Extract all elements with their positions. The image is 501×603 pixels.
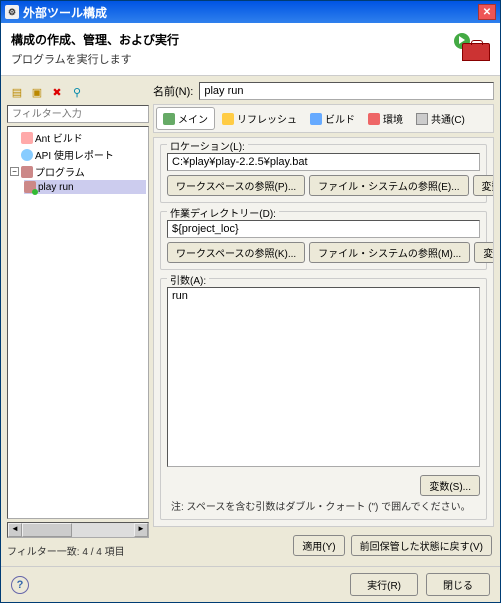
app-icon: ⚙ (5, 5, 19, 19)
window-title: 外部ツール構成 (23, 4, 107, 21)
tree-item-program[interactable]: − プログラム (10, 163, 146, 180)
arguments-group: 引数(A): run 変数(S)... 注: スペースを含む引数はダブル・クォー… (160, 278, 487, 520)
tree-horizontal-scrollbar[interactable]: ◄ ► (7, 522, 149, 538)
arguments-label: 引数(A): (167, 272, 209, 287)
header: 構成の作成、管理、および実行 プログラムを実行します (1, 23, 500, 76)
ant-icon (21, 132, 33, 144)
location-browse-filesystem-button[interactable]: ファイル・システムの参照(E)... (309, 175, 468, 196)
titlebar: ⚙ 外部ツール構成 ✕ (1, 1, 500, 23)
tree-item-play-run[interactable]: play run (24, 180, 146, 194)
tab-environment[interactable]: 環境 (362, 107, 409, 130)
header-title: 構成の作成、管理、および実行 (11, 31, 448, 48)
environment-tab-icon (368, 113, 380, 125)
new-config-icon[interactable]: ▤ (9, 84, 25, 100)
tab-bar: メイン リフレッシュ ビルド 環境 (153, 104, 494, 133)
config-tree[interactable]: Ant ビルド API 使用レポート − プログラム (7, 126, 149, 519)
header-subtitle: プログラムを実行します (11, 51, 448, 67)
location-browse-workspace-button[interactable]: ワークスペースの参照(P)... (167, 175, 305, 196)
tab-refresh[interactable]: リフレッシュ (216, 107, 303, 130)
location-label: ロケーション(L): (167, 138, 248, 153)
content-panel: 名前(N): メイン リフレッシュ ビルド (153, 82, 494, 560)
scroll-right-icon[interactable]: ► (134, 523, 148, 537)
workdir-input[interactable] (167, 220, 480, 238)
close-button[interactable]: 閉じる (426, 573, 490, 596)
workdir-label: 作業ディレクトリー(D): (167, 205, 279, 220)
revert-button[interactable]: 前回保管した状態に戻す(V) (351, 535, 492, 556)
expand-icon[interactable]: − (10, 167, 19, 176)
name-label: 名前(N): (153, 83, 193, 99)
location-group: ロケーション(L): ワークスペースの参照(P)... ファイル・システムの参照… (160, 144, 487, 203)
toolbox-icon (462, 43, 490, 61)
duplicate-config-icon[interactable]: ▣ (29, 84, 45, 100)
workdir-browse-workspace-button[interactable]: ワークスペースの参照(K)... (167, 242, 305, 263)
tab-build[interactable]: ビルド (304, 107, 361, 130)
close-icon[interactable]: ✕ (478, 4, 496, 20)
dialog-window: ⚙ 外部ツール構成 ✕ 構成の作成、管理、および実行 プログラムを実行します ▤… (0, 0, 501, 603)
tree-item-api[interactable]: API 使用レポート (10, 146, 146, 163)
workdir-browse-filesystem-button[interactable]: ファイル・システムの参照(M)... (309, 242, 470, 263)
location-variables-button[interactable]: 変数(D)... (473, 175, 494, 196)
filter-config-icon[interactable]: ⚲ (69, 84, 85, 100)
name-input[interactable] (199, 82, 494, 100)
build-tab-icon (310, 113, 322, 125)
run-button[interactable]: 実行(R) (350, 573, 418, 596)
program-icon (21, 166, 33, 178)
arguments-hint: 注: スペースを含む引数はダブル・クォート (") で囲んでください。 (167, 496, 480, 513)
sidebar: ▤ ▣ ✖ ⚲ Ant ビルド API 使用レポート (7, 82, 149, 560)
scroll-left-icon[interactable]: ◄ (8, 523, 22, 537)
arguments-textarea[interactable]: run (167, 287, 480, 467)
main-tab-icon (163, 113, 175, 125)
workdir-variables-button[interactable]: 変数(B)... (474, 242, 494, 263)
tab-main[interactable]: メイン (156, 107, 215, 130)
arguments-variables-button[interactable]: 変数(S)... (420, 475, 480, 496)
refresh-tab-icon (222, 113, 234, 125)
delete-config-icon[interactable]: ✖ (49, 84, 65, 100)
common-tab-icon (416, 113, 428, 125)
sidebar-toolbar: ▤ ▣ ✖ ⚲ (7, 82, 149, 102)
workdir-group: 作業ディレクトリー(D): ワークスペースの参照(K)... ファイル・システム… (160, 211, 487, 270)
filter-count-label: フィルター一致: 4 / 4 項目 (7, 541, 149, 560)
location-input[interactable] (167, 153, 480, 171)
help-icon[interactable]: ? (11, 576, 29, 594)
tab-common[interactable]: 共通(C) (410, 107, 471, 130)
footer: ? 実行(R) 閉じる (1, 566, 500, 602)
tree-item-ant[interactable]: Ant ビルド (10, 129, 146, 146)
apply-button[interactable]: 適用(Y) (293, 535, 344, 556)
filter-input[interactable] (7, 105, 149, 123)
scroll-thumb[interactable] (22, 523, 72, 537)
api-icon (21, 149, 33, 161)
header-graphic (448, 35, 490, 63)
program-run-icon (24, 181, 36, 193)
